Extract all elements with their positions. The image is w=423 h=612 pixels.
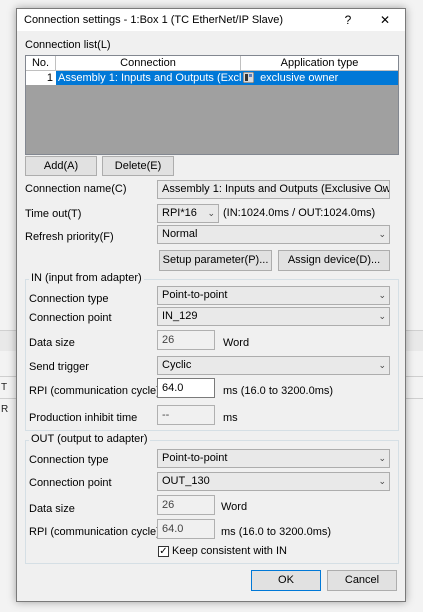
chevron-down-icon: ⌄	[207, 208, 215, 218]
timeout-value: RPI*16	[162, 207, 197, 219]
row-number: 1	[26, 71, 56, 85]
connection-name-value: Assembly 1: Inputs and Outputs (Exclusiv…	[162, 183, 390, 195]
row-application-type: exclusive owner	[260, 72, 339, 84]
setup-parameter-button[interactable]: Setup parameter(P)...	[159, 250, 272, 271]
connection-list-label: Connection list(L)	[25, 39, 111, 51]
out-connection-type-dropdown[interactable]: Point-to-point ⌄	[157, 449, 390, 468]
out-rpi-label: RPI (communication cycle)	[29, 526, 160, 538]
keep-consistent-label: Keep consistent with IN	[172, 545, 287, 557]
background-fragment: T	[1, 382, 8, 393]
in-rpi-unit: ms (16.0 to 3200.0ms)	[223, 385, 334, 397]
title-bar: Connection settings - 1:Box 1 (TC EtherN…	[17, 9, 405, 31]
out-connection-type-label: Connection type	[29, 454, 109, 466]
in-connection-type-dropdown[interactable]: Point-to-point ⌄	[157, 286, 390, 305]
out-rpi-unit: ms (16.0 to 3200.0ms)	[221, 526, 332, 538]
in-connection-point-dropdown[interactable]: IN_129 ⌄	[157, 307, 390, 326]
chevron-down-icon: ⌄	[378, 453, 386, 463]
keep-consistent-checkbox[interactable]: ✓	[158, 546, 169, 557]
checkmark-icon: ✓	[159, 546, 168, 557]
delete-button[interactable]: Delete(E)	[102, 156, 174, 176]
chevron-down-icon: ⌄	[378, 311, 386, 321]
out-data-size-label: Data size	[29, 503, 75, 515]
out-group-title: OUT (output to adapter)	[29, 433, 150, 445]
background-fragment: R	[1, 404, 9, 415]
row-connection: Assembly 1: Inputs and Outputs (Excl...	[56, 71, 241, 85]
chevron-down-icon: ⌄	[378, 476, 386, 486]
help-button[interactable]: ?	[330, 9, 366, 31]
in-data-size-field: 26	[157, 330, 215, 350]
timeout-info: (IN:1024.0ms / OUT:1024.0ms)	[223, 207, 376, 219]
send-trigger-label: Send trigger	[29, 361, 89, 373]
refresh-priority-dropdown[interactable]: Normal ⌄	[157, 225, 390, 244]
timeout-dropdown[interactable]: RPI*16 ⌄	[157, 204, 219, 223]
refresh-priority-label: Refresh priority(F)	[25, 231, 114, 243]
in-group-title: IN (input from adapter)	[29, 272, 144, 284]
inhibit-time-label: Production inhibit time	[29, 412, 138, 424]
close-button[interactable]: ✕	[367, 9, 403, 31]
chevron-down-icon: ⌄	[378, 229, 386, 239]
timeout-label: Time out(T)	[25, 208, 82, 220]
ok-button[interactable]: OK	[251, 570, 321, 591]
inhibit-time-field: --	[157, 405, 215, 425]
in-rpi-field[interactable]: 64.0	[157, 378, 215, 398]
out-connection-point-value: OUT_130	[162, 475, 210, 487]
out-rpi-field: 64.0	[157, 519, 215, 539]
chevron-down-icon: ⌄	[378, 290, 386, 300]
connection-icon	[242, 71, 255, 84]
send-trigger-dropdown[interactable]: Cyclic ⌄	[157, 356, 390, 375]
inhibit-time-unit: ms	[223, 412, 238, 424]
in-connection-type-label: Connection type	[29, 293, 109, 305]
chevron-down-icon: ⌄	[378, 360, 386, 370]
in-connection-point-value: IN_129	[162, 310, 198, 322]
connection-name-dropdown[interactable]: Assembly 1: Inputs and Outputs (Exclusiv…	[157, 180, 390, 199]
send-trigger-value: Cyclic	[162, 359, 192, 371]
out-data-size-field: 26	[157, 495, 215, 515]
in-connection-type-value: Point-to-point	[162, 289, 228, 301]
in-data-size-label: Data size	[29, 337, 75, 349]
connection-list[interactable]: No. Connection Application type 1 Assemb…	[25, 55, 399, 155]
out-data-size-unit: Word	[221, 501, 248, 513]
column-header-no[interactable]: No.	[26, 56, 56, 70]
chevron-down-icon: ⌄	[378, 184, 386, 194]
in-data-size-unit: Word	[223, 337, 250, 349]
refresh-priority-value: Normal	[162, 228, 198, 240]
dialog-title: Connection settings - 1:Box 1 (TC EtherN…	[24, 14, 284, 26]
table-row[interactable]: 1 Assembly 1: Inputs and Outputs (Excl..…	[26, 71, 398, 85]
assign-device-button[interactable]: Assign device(D)...	[278, 250, 390, 271]
column-header-connection[interactable]: Connection	[56, 56, 241, 70]
out-connection-point-label: Connection point	[29, 477, 112, 489]
column-header-application-type[interactable]: Application type	[241, 56, 398, 70]
cancel-button[interactable]: Cancel	[327, 570, 397, 591]
in-rpi-label: RPI (communication cycle)	[29, 385, 160, 397]
add-button[interactable]: Add(A)	[25, 156, 97, 176]
connection-settings-dialog: Connection settings - 1:Box 1 (TC EtherN…	[16, 8, 406, 602]
out-connection-point-dropdown[interactable]: OUT_130 ⌄	[157, 472, 390, 491]
list-header: No. Connection Application type	[26, 56, 398, 71]
connection-name-label: Connection name(C)	[25, 183, 127, 195]
out-connection-type-value: Point-to-point	[162, 452, 228, 464]
row-application-cell: exclusive owner	[241, 71, 398, 85]
in-connection-point-label: Connection point	[29, 312, 112, 324]
